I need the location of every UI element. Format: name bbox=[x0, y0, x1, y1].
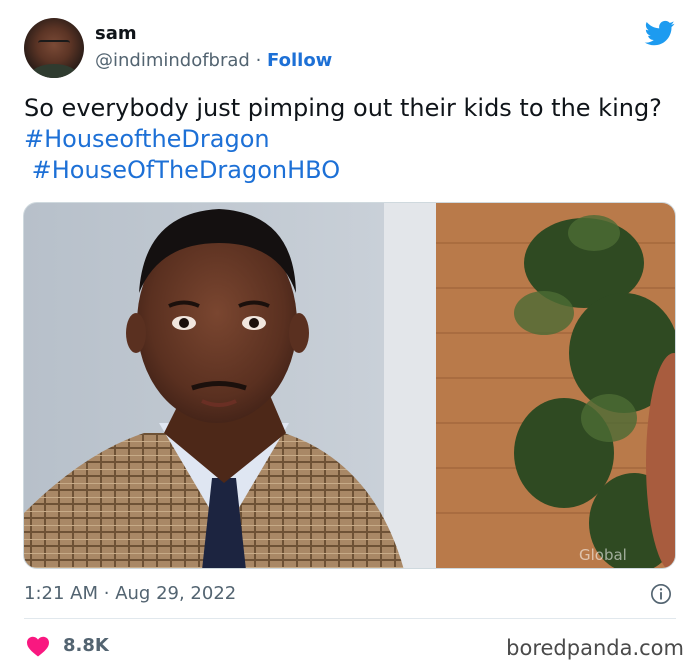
avatar-shirt bbox=[30, 64, 78, 78]
twitter-bird-icon[interactable] bbox=[643, 18, 677, 48]
media-watermark: Global bbox=[579, 546, 627, 564]
tweet-card: sam @indimindofbrad · Follow So everybod… bbox=[0, 0, 700, 672]
like-count[interactable]: 8.8K bbox=[63, 635, 109, 656]
user-handle[interactable]: @indimindofbrad bbox=[95, 50, 250, 71]
handle-separator: · bbox=[255, 50, 262, 71]
follow-button[interactable]: Follow bbox=[267, 50, 332, 71]
avatar[interactable] bbox=[24, 18, 84, 78]
tweet-text: So everybody just pimping out their kids… bbox=[24, 93, 674, 186]
divider bbox=[24, 618, 676, 619]
user-display-name[interactable]: sam bbox=[95, 23, 137, 44]
tweet-body: So everybody just pimping out their kids… bbox=[24, 94, 662, 122]
avatar-glasses bbox=[38, 40, 70, 48]
info-icon[interactable] bbox=[650, 583, 672, 605]
hashtag-link[interactable]: #HouseOfTheDragonHBO bbox=[32, 156, 340, 184]
tweet-date[interactable]: Aug 29, 2022 bbox=[115, 583, 236, 604]
meta-separator: · bbox=[103, 583, 110, 604]
heart-icon[interactable] bbox=[26, 635, 50, 657]
media-image: Global bbox=[24, 203, 675, 568]
tweet-media[interactable]: Global bbox=[23, 202, 676, 569]
hashtag-link[interactable]: #HouseoftheDragon bbox=[24, 125, 270, 153]
handle-row: @indimindofbrad · Follow bbox=[95, 50, 332, 71]
tweet-time[interactable]: 1:21 AM bbox=[24, 583, 98, 604]
site-watermark: boredpanda.com bbox=[506, 636, 684, 660]
tweet-meta: 1:21 AM · Aug 29, 2022 bbox=[24, 583, 236, 604]
